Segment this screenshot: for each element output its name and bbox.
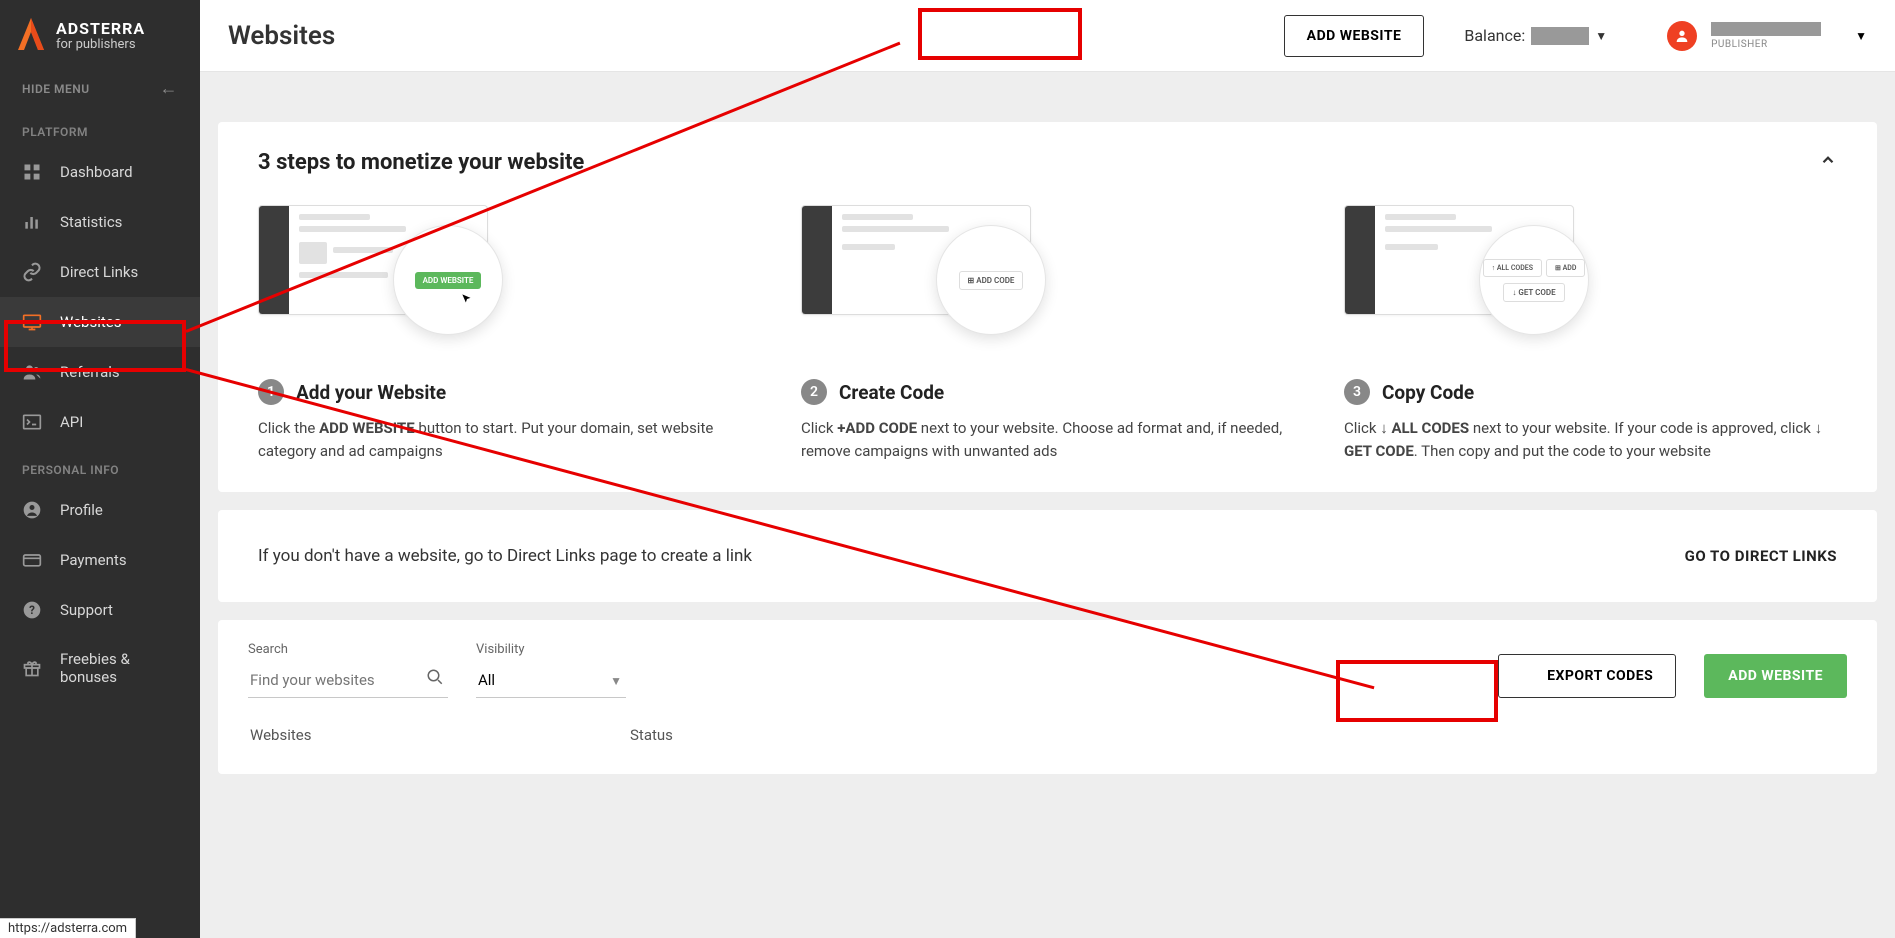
sidebar-item-label: Payments (60, 551, 127, 569)
illus-get-code-pill: ↓ GET CODE (1503, 283, 1564, 302)
step-1-illustration: ADD WEBSITE (258, 205, 488, 355)
sidebar-item-payments[interactable]: Payments (0, 535, 200, 585)
export-codes-label: EXPORT CODES (1547, 668, 1653, 684)
steps-card-title: 3 steps to monetize your website (258, 150, 584, 175)
table-header-status: Status (630, 726, 673, 744)
step-description: Click the ADD WEBSITE button to start. P… (258, 417, 751, 464)
link-icon (22, 262, 42, 282)
brand-tagline: for publishers (56, 38, 145, 52)
sidebar-item-label: Referrals (60, 363, 120, 381)
illus-all-codes-pill: ↑ ALL CODES (1483, 259, 1542, 277)
brand-name: ADSTERRA (56, 20, 145, 38)
sidebar-item-dashboard[interactable]: Dashboard (0, 147, 200, 197)
dashboard-icon (22, 162, 42, 182)
hide-menu-toggle[interactable]: HIDE MENU ← (0, 68, 200, 109)
logo-icon (16, 18, 46, 54)
sidebar-item-statistics[interactable]: Statistics (0, 197, 200, 247)
sidebar-item-support[interactable]: ? Support (0, 585, 200, 635)
download-icon (1521, 668, 1537, 684)
card-icon (22, 550, 42, 570)
arrow-left-icon: ← (160, 78, 179, 99)
add-website-button-top[interactable]: ADD WEBSITE (1284, 15, 1425, 57)
step-3: ↑ ALL CODES⊞ ADD ↓ GET CODE 3 Copy Code C… (1344, 205, 1837, 464)
user-menu[interactable]: PUBLISHER ▼ (1667, 21, 1867, 51)
sidebar-item-profile[interactable]: Profile (0, 485, 200, 535)
direct-links-text: If you don't have a website, go to Direc… (258, 546, 752, 566)
sidebar-item-label: Dashboard (60, 163, 133, 181)
avatar (1667, 21, 1697, 51)
sidebar: ADSTERRA for publishers HIDE MENU ← PLAT… (0, 0, 200, 938)
chevron-down-icon: ▼ (1855, 29, 1867, 43)
sidebar-item-freebies[interactable]: Freebies & bonuses (0, 635, 200, 701)
hide-menu-label: HIDE MENU (22, 82, 90, 96)
sidebar-item-referrals[interactable]: Referrals (0, 347, 200, 397)
monitor-icon (22, 312, 42, 332)
export-codes-button[interactable]: EXPORT CODES (1498, 654, 1676, 698)
chevron-down-icon: ▼ (1595, 29, 1607, 43)
step-2-illustration: ⊞ ADD CODE (801, 205, 1031, 355)
sidebar-item-label: Profile (60, 501, 103, 519)
help-icon: ? (22, 600, 42, 620)
section-label-platform: PLATFORM (0, 109, 200, 147)
status-bar-url: https://adsterra.com (0, 918, 136, 938)
sidebar-item-label: Websites (60, 313, 121, 331)
illus-add-website-pill: ADD WEBSITE (415, 272, 482, 289)
visibility-select[interactable]: All ▼ (476, 663, 626, 698)
terminal-icon (22, 412, 42, 432)
step-2: ⊞ ADD CODE 2 Create Code Click +ADD CODE … (801, 205, 1294, 464)
sidebar-item-label: Freebies & bonuses (60, 650, 178, 686)
go-to-direct-links-button[interactable]: GO TO DIRECT LINKS (1685, 547, 1837, 565)
sidebar-item-label: API (60, 413, 83, 431)
step-description: Click +ADD CODE next to your website. Ch… (801, 417, 1294, 464)
chevron-up-icon (1819, 151, 1837, 169)
step-description: Click ↓ ALL CODES next to your website. … (1344, 417, 1837, 464)
sidebar-item-label: Support (60, 601, 113, 619)
balance-value-redacted (1531, 27, 1589, 45)
statistics-icon (22, 212, 42, 232)
topbar: Websites ADD WEBSITE Balance: ▼ PUBLISHE… (200, 0, 1895, 72)
sidebar-item-label: Statistics (60, 213, 122, 231)
svg-text:?: ? (29, 603, 35, 617)
balance-label: Balance: (1464, 26, 1525, 45)
username-redacted (1711, 22, 1821, 36)
visibility-label: Visibility (476, 642, 626, 657)
step-number: 2 (801, 379, 827, 405)
section-label-personal: PERSONAL INFO (0, 447, 200, 485)
step-number: 1 (258, 379, 284, 405)
sidebar-item-websites[interactable]: Websites (0, 297, 200, 347)
gift-icon (22, 658, 42, 678)
sidebar-item-label: Direct Links (60, 263, 138, 281)
illus-add-code-pill: ⊞ ADD CODE (959, 271, 1024, 290)
step-number: 3 (1344, 379, 1370, 405)
chevron-down-icon: ▼ (610, 674, 622, 688)
user-role: PUBLISHER (1711, 39, 1821, 50)
collapse-toggle[interactable] (1819, 151, 1837, 174)
steps-card: 3 steps to monetize your website ADD WEB… (218, 122, 1877, 492)
users-icon (22, 362, 42, 382)
websites-table-card: Search Visibility All ▼ (218, 620, 1877, 774)
step-1: ADD WEBSITE 1 Add your Website Click the … (258, 205, 751, 464)
search-label: Search (248, 642, 448, 657)
sidebar-item-api[interactable]: API (0, 397, 200, 447)
direct-links-card: If you don't have a website, go to Direc… (218, 510, 1877, 602)
add-website-button-green[interactable]: ADD WEBSITE (1704, 654, 1847, 698)
step-title: Add your Website (296, 381, 446, 404)
profile-icon (22, 500, 42, 520)
search-icon[interactable] (426, 668, 444, 690)
table-header: Websites Status (248, 726, 1847, 744)
illus-add-pill: ⊞ ADD (1546, 259, 1585, 277)
step-title: Create Code (839, 381, 944, 404)
search-input[interactable] (248, 663, 448, 698)
visibility-value: All (476, 663, 626, 698)
table-header-websites: Websites (250, 726, 630, 744)
balance-dropdown[interactable]: Balance: ▼ (1464, 26, 1607, 45)
logo[interactable]: ADSTERRA for publishers (0, 0, 200, 68)
step-title: Copy Code (1382, 381, 1474, 404)
step-3-illustration: ↑ ALL CODES⊞ ADD ↓ GET CODE (1344, 205, 1574, 355)
main-content: Websites ADD WEBSITE Balance: ▼ PUBLISHE… (200, 0, 1895, 938)
page-title: Websites (228, 21, 1284, 51)
sidebar-item-direct-links[interactable]: Direct Links (0, 247, 200, 297)
